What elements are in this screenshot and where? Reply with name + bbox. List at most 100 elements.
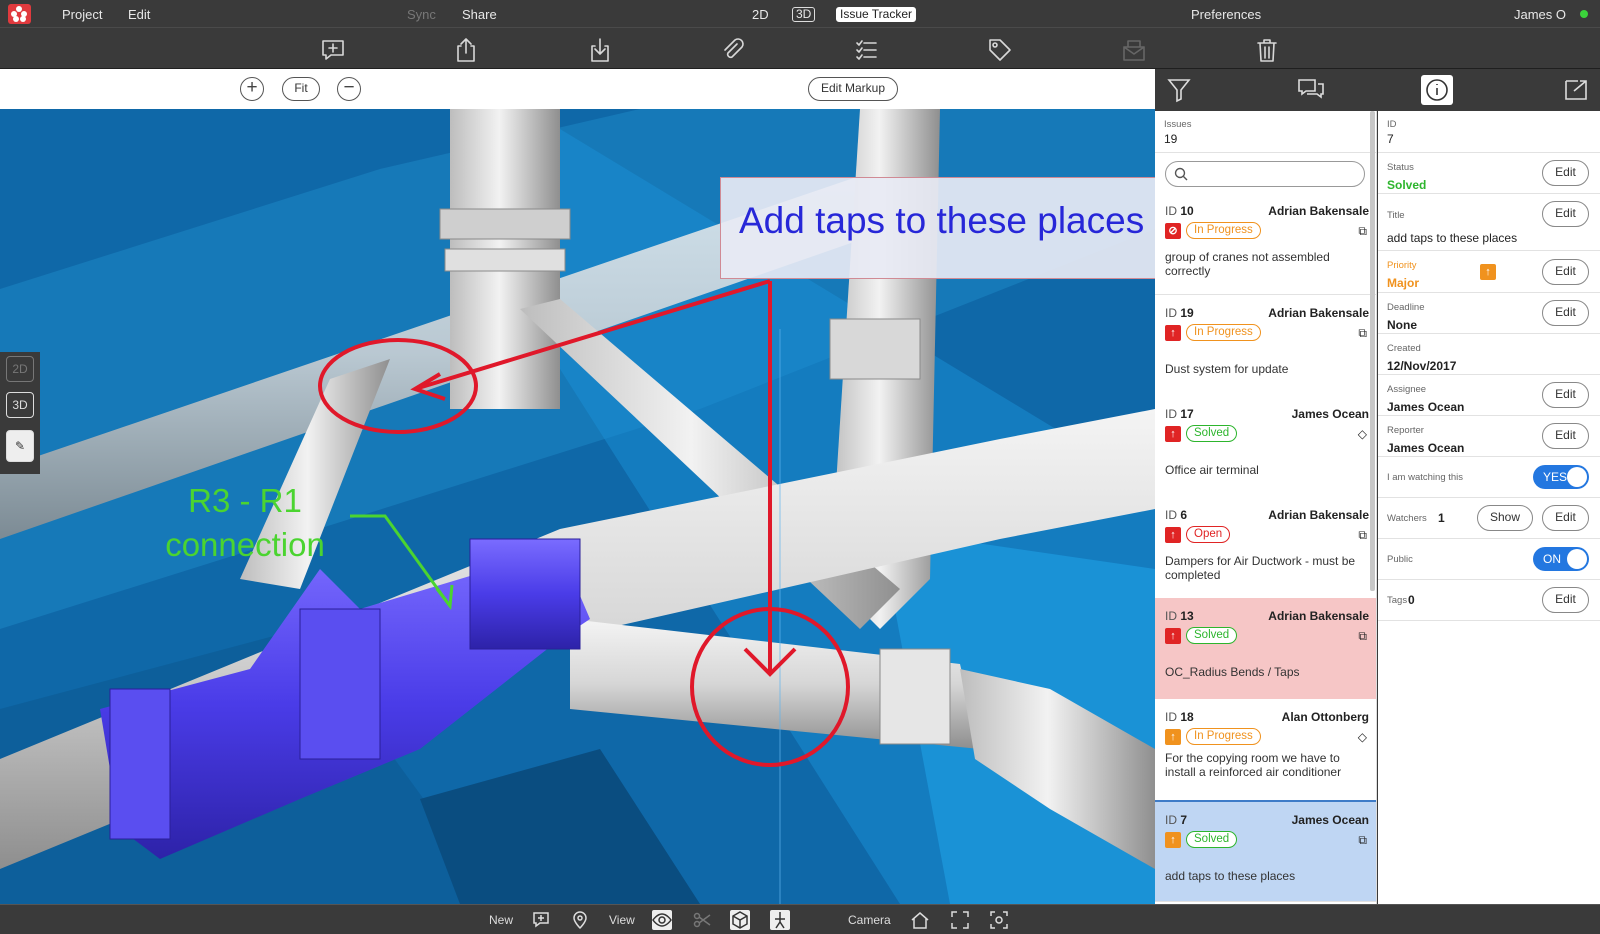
fit-button[interactable]: Fit [282, 77, 320, 101]
priority-up-icon: ↑ [1165, 325, 1181, 341]
menu-preferences[interactable]: Preferences [1191, 7, 1261, 22]
screenshot-icon[interactable] [989, 910, 1009, 930]
menu-sync: Sync [407, 7, 436, 22]
view-2d-button[interactable]: 2D [752, 7, 769, 22]
issue-card[interactable]: ID 10 Adrian Bakensale ⊘ In Progress ⧉ g… [1155, 193, 1376, 295]
box-view-icon[interactable]: ⧉ [1358, 326, 1367, 341]
menu-edit[interactable]: Edit [128, 7, 150, 22]
mail-icon [1120, 36, 1148, 64]
issue-details-panel: ID 7 Status Solved Edit Title add taps t… [1378, 111, 1600, 904]
new-issue-icon[interactable] [531, 910, 551, 930]
blocked-priority-icon: ⊘ [1165, 223, 1181, 239]
edit-assignee-button[interactable]: Edit [1542, 382, 1589, 408]
markup-pen-icon[interactable]: ✎ [6, 430, 34, 462]
edit-status-button[interactable]: Edit [1542, 160, 1589, 186]
scissors-icon [692, 910, 712, 930]
status-badge: Open [1186, 526, 1231, 543]
camera-label: Camera [848, 913, 891, 927]
panel-tabs [1155, 69, 1600, 111]
issue-assignee: James Ocean [1291, 407, 1369, 421]
zoom-out-button[interactable]: − [337, 77, 361, 101]
issue-search-input[interactable] [1165, 161, 1365, 187]
comments-icon[interactable] [1295, 75, 1327, 105]
detail-id: ID 7 [1378, 111, 1600, 153]
issue-card[interactable]: ID 6 Adrian Bakensale ↑ Open ⧉ Dampers f… [1155, 497, 1376, 599]
fullscreen-icon[interactable] [950, 910, 970, 930]
issue-card-selected[interactable]: ID 7 James Ocean ↑ Solved ⧉ add taps to … [1155, 800, 1376, 902]
issue-card[interactable]: ID 19 Adrian Bakensale ↑ In Progress ⧉ D… [1155, 295, 1376, 397]
edit-reporter-button[interactable]: Edit [1542, 423, 1589, 449]
edit-deadline-button[interactable]: Edit [1542, 300, 1589, 326]
priority-up-icon: ↑ [1165, 832, 1181, 848]
issue-card[interactable]: ID 13 Adrian Bakensale ↑ Solved ⧉ OC_Rad… [1155, 598, 1376, 700]
menu-share[interactable]: Share [462, 7, 497, 22]
canvas-toolbar: + Fit − Edit Markup [0, 69, 1155, 109]
bottom-toolbar: New View Camera [0, 904, 1600, 934]
issue-card[interactable]: ID 17 James Ocean ↑ Solved ◇ Office air … [1155, 396, 1376, 498]
box-view-icon[interactable]: ⧉ [1358, 528, 1367, 543]
issue-title: Dust system for update [1165, 362, 1289, 376]
issue-tracker-button[interactable]: Issue Tracker [836, 7, 917, 22]
issue-assignee: Adrian Bakensale [1268, 508, 1369, 522]
walk-mode-icon[interactable] [770, 910, 790, 930]
issue-card[interactable]: ID 18 Alan Ottonberg ↑ In Progress ◇ For… [1155, 699, 1376, 801]
markup-callout[interactable]: Add taps to these places [720, 177, 1155, 279]
zoom-in-button[interactable]: + [240, 77, 264, 101]
detail-status: Status Solved Edit [1378, 153, 1600, 194]
side-3d-button[interactable]: 3D [6, 392, 34, 418]
attach-icon[interactable] [719, 36, 747, 64]
issue-title: OC_Radius Bends / Taps [1165, 665, 1300, 679]
view-3d-button[interactable]: 3D [792, 7, 816, 22]
status-badge: Solved [1186, 425, 1238, 442]
edit-watchers-button[interactable]: Edit [1542, 505, 1589, 531]
plane-view-icon[interactable]: ◇ [1358, 427, 1367, 441]
edit-title-button[interactable]: Edit [1542, 201, 1589, 227]
box-view-icon[interactable]: ⧉ [1358, 833, 1367, 848]
show-watchers-button[interactable]: Show [1477, 505, 1533, 531]
watching-toggle[interactable]: YES [1533, 465, 1589, 489]
home-icon[interactable] [910, 910, 930, 930]
status-badge: In Progress [1186, 324, 1261, 341]
tag-icon[interactable] [986, 36, 1014, 64]
edit-markup-button[interactable]: Edit Markup [808, 77, 898, 101]
status-badge: Solved [1186, 627, 1238, 644]
priority-up-icon: ↑ [1480, 264, 1496, 280]
cube-icon[interactable] [730, 910, 750, 930]
issue-title: Office air terminal [1165, 463, 1259, 477]
priority-up-icon: ↑ [1165, 628, 1181, 644]
edit-tags-button[interactable]: Edit [1542, 587, 1589, 613]
box-view-icon[interactable]: ⧉ [1358, 629, 1367, 644]
upload-icon[interactable] [452, 36, 480, 64]
detail-watching: I am watching this YES [1378, 457, 1600, 498]
filter-icon[interactable] [1163, 75, 1195, 105]
issue-list-scrollbar[interactable] [1370, 111, 1375, 591]
app-logo-icon[interactable] [8, 4, 31, 24]
edit-priority-button[interactable]: Edit [1542, 259, 1589, 285]
info-icon[interactable] [1421, 75, 1453, 105]
popout-icon[interactable] [1560, 75, 1592, 105]
detail-assignee: Assignee James Ocean Edit [1378, 375, 1600, 416]
menu-project[interactable]: Project [62, 7, 102, 22]
detail-public: Public ON [1378, 539, 1600, 580]
add-comment-icon[interactable] [319, 36, 347, 64]
box-view-icon[interactable]: ⧉ [1358, 224, 1367, 239]
view-mode-tools: 2D 3D ✎ [0, 352, 40, 474]
public-toggle[interactable]: ON [1533, 547, 1589, 571]
view-label: View [609, 913, 635, 927]
location-pin-icon[interactable] [570, 910, 590, 930]
download-icon[interactable] [586, 36, 614, 64]
side-2d-button: 2D [6, 356, 34, 382]
3d-viewport[interactable]: Add taps to these places R3 - R1 connect… [0, 109, 1155, 904]
issue-title: group of cranes not assembled correctly [1165, 250, 1330, 278]
user-name[interactable]: James O [1514, 7, 1566, 22]
plane-view-icon[interactable]: ◇ [1358, 730, 1367, 744]
issue-title: add taps to these places [1165, 869, 1296, 883]
issues-label: Issues [1164, 119, 1192, 130]
markup-note[interactable]: R3 - R1 connection [140, 479, 350, 567]
priority-up-icon: ↑ [1165, 426, 1181, 442]
detail-watchers: Watchers 1 Show Edit [1378, 498, 1600, 539]
issue-list-panel: Issues 19 ID 10 Adrian Bakensale ⊘ In Pr… [1155, 111, 1377, 904]
eye-icon[interactable] [652, 910, 672, 930]
checklist-icon[interactable] [852, 36, 880, 64]
trash-icon[interactable] [1253, 36, 1281, 64]
